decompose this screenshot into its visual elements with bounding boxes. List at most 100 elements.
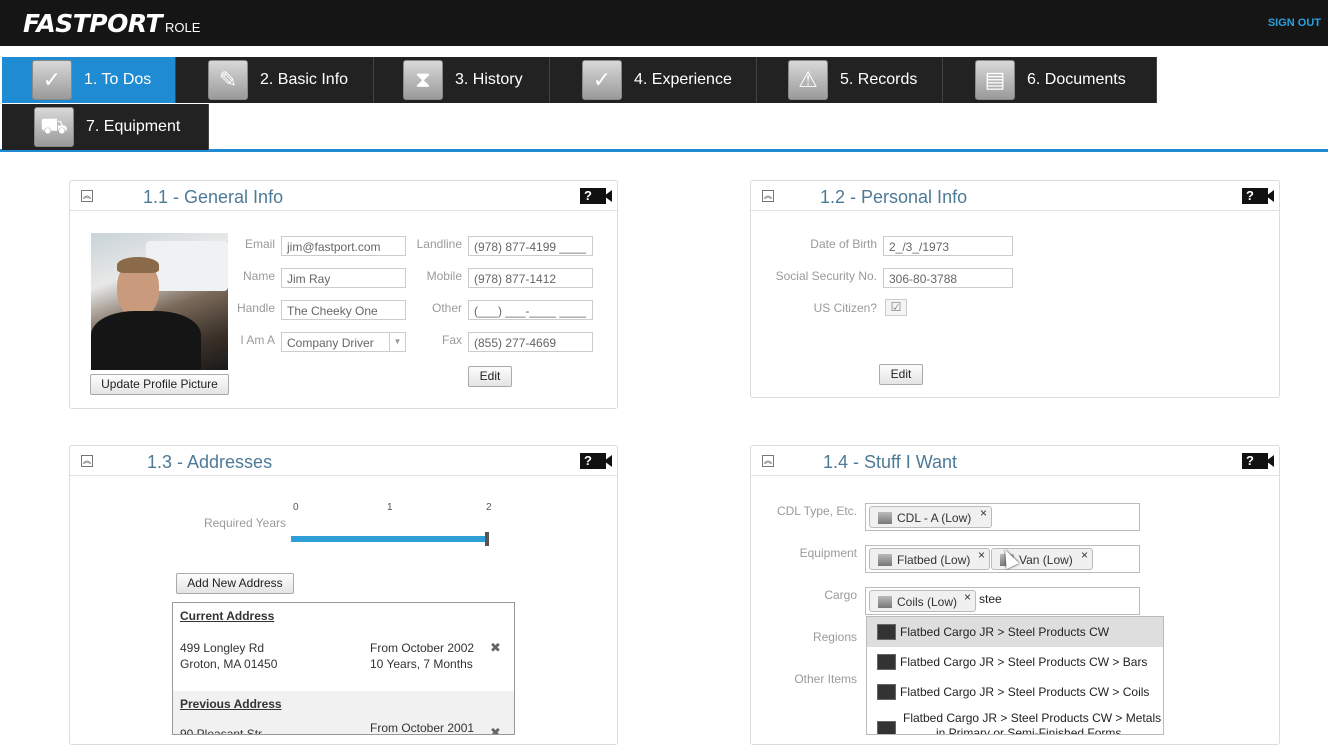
name-field[interactable]: Jim Ray	[281, 268, 406, 288]
suggestion-label-continued: in Primary or Semi-Finished Forms	[936, 726, 1122, 735]
panel-header: ︽ 1.3 - Addresses ?	[70, 446, 617, 476]
fastport-logo[interactable]: FASTPORT	[23, 9, 163, 38]
tab-history[interactable]: ⧗ 3. History	[374, 57, 550, 103]
required-years-fill	[291, 536, 487, 542]
fax-field[interactable]: (855) 277-4669	[468, 332, 593, 352]
dob-label: Date of Birth	[810, 237, 877, 251]
ssn-field[interactable]: 306-80-3788	[883, 268, 1013, 288]
tab-experience[interactable]: ✓ 4. Experience	[550, 57, 757, 103]
tag-chip: Flatbed (Low) ×	[869, 548, 990, 570]
handle-field[interactable]: The Cheeky One	[281, 300, 406, 320]
suggestion-item[interactable]: Flatbed Cargo JR > Steel Products CW > M…	[867, 707, 1163, 735]
checkmark-icon: ✓	[32, 60, 72, 100]
tab-records[interactable]: ⚠ 5. Records	[757, 57, 943, 103]
sign-out-link[interactable]: SIGN OUT	[1268, 17, 1321, 29]
collapse-icon[interactable]: ︽	[762, 455, 774, 467]
tag-label: Flatbed (Low)	[897, 553, 971, 567]
help-video-icon[interactable]: ?	[1242, 453, 1274, 469]
delete-address-icon[interactable]: ✖	[490, 640, 501, 656]
truck-icon: ⛟	[34, 107, 74, 147]
remove-tag-icon[interactable]: ×	[1081, 548, 1088, 562]
steel-icon	[877, 624, 896, 640]
warning-icon: ⚠	[788, 60, 828, 100]
steel-icon	[877, 721, 896, 734]
help-video-icon[interactable]: ?	[580, 453, 612, 469]
help-video-icon[interactable]: ?	[1242, 188, 1274, 204]
tag-label: Van (Low)	[1019, 553, 1073, 567]
profile-photo	[91, 233, 228, 370]
current-address-heading: Current Address	[180, 609, 275, 623]
tab-label: 4. Experience	[634, 71, 732, 88]
other-phone-label: Other	[431, 301, 462, 315]
personal-edit-button[interactable]: Edit	[879, 364, 923, 385]
hourglass-icon: ⧗	[403, 60, 443, 100]
remove-tag-icon[interactable]: ×	[964, 590, 971, 604]
previous-address-line1: 90 Pleasant Str	[180, 727, 263, 735]
panel-title: 1.1 - General Info	[143, 187, 284, 207]
general-edit-button[interactable]: Edit	[468, 366, 512, 387]
panel-title: 1.4 - Stuff I Want	[823, 452, 958, 472]
current-address-line1: 499 Longley Rd	[180, 641, 265, 655]
email-label: Email	[244, 237, 275, 251]
suggestion-label: Flatbed Cargo JR > Steel Products CW > M…	[903, 711, 1162, 725]
suggestion-item[interactable]: Flatbed Cargo JR > Steel Products CW > C…	[867, 677, 1163, 707]
documents-icon: ▤	[975, 60, 1015, 100]
add-new-address-button[interactable]: Add New Address	[176, 573, 294, 594]
panel-header: ︽ 1.2 - Personal Info ?	[751, 181, 1279, 211]
mobile-label: Mobile	[426, 269, 462, 283]
tab-to-dos[interactable]: ✓ 1. To Dos	[2, 57, 176, 103]
cargo-suggestions-dropdown: Flatbed Cargo JR > Steel Products CW Fla…	[866, 616, 1164, 735]
us-citizen-checkbox[interactable]: ☑	[885, 299, 907, 316]
collapse-icon[interactable]: ︽	[762, 190, 774, 202]
tab-label: 1. To Dos	[84, 71, 152, 88]
email-field[interactable]: jim@fastport.com	[281, 236, 406, 256]
help-video-icon[interactable]: ?	[580, 188, 612, 204]
other-items-label: Other Items	[794, 672, 857, 686]
current-address-line2: Groton, MA 01450	[180, 657, 278, 671]
delete-address-icon[interactable]: ✖	[490, 725, 501, 734]
remove-tag-icon[interactable]: ×	[978, 548, 985, 562]
steel-icon	[877, 654, 896, 670]
tab-equipment[interactable]: ⛟ 7. Equipment	[2, 104, 209, 150]
panel-title: 1.3 - Addresses	[147, 452, 273, 472]
ssn-label: Social Security No.	[775, 269, 877, 283]
photo-shirt	[91, 311, 201, 370]
personal-info-panel: ︽ 1.2 - Personal Info ?	[750, 180, 1280, 398]
required-years-handle[interactable]	[485, 532, 489, 546]
tab-documents[interactable]: ▤ 6. Documents	[943, 57, 1157, 103]
license-icon	[878, 512, 892, 524]
scale-tick-label: 0	[293, 502, 299, 513]
suggestion-item[interactable]: Flatbed Cargo JR > Steel Products CW > B…	[867, 647, 1163, 677]
fax-label: Fax	[441, 333, 462, 347]
tab-bar: ✓ 1. To Dos ✎ 2. Basic Info ⧗ 3. History…	[0, 46, 1328, 152]
cargo-search-text[interactable]: stee	[979, 592, 1002, 606]
tag-chip: Coils (Low) ×	[869, 590, 976, 612]
collapse-icon[interactable]: ︽	[81, 455, 93, 467]
tab-label: 3. History	[455, 71, 523, 88]
suggestion-label: Flatbed Cargo JR > Steel Products CW > B…	[900, 655, 1148, 669]
other-phone-field[interactable]: (___) ___-____ ____	[468, 300, 593, 320]
collapse-icon[interactable]: ︽	[81, 190, 93, 202]
top-bar: FASTPORT ROLE SIGN OUT	[0, 0, 1328, 46]
cdl-type-input[interactable]: CDL - A (Low) ×	[865, 503, 1140, 531]
landline-field[interactable]: (978) 877-4199 ____	[468, 236, 593, 256]
tab-label: 7. Equipment	[86, 118, 181, 135]
scale-tick-label: 1	[387, 502, 393, 513]
remove-tag-icon[interactable]: ×	[980, 506, 987, 520]
tab-label: 5. Records	[840, 71, 918, 88]
tag-chip: CDL - A (Low) ×	[869, 506, 992, 528]
regions-label: Regions	[812, 630, 857, 644]
i-am-a-select[interactable]: Company Driver	[281, 332, 406, 352]
cargo-input[interactable]: Coils (Low) × stee	[865, 587, 1140, 615]
tab-label: 2. Basic Info	[260, 71, 349, 88]
mobile-field[interactable]: (978) 877-1412	[468, 268, 593, 288]
dob-field[interactable]: 2_/3_/1973	[883, 236, 1013, 256]
tab-basic-info[interactable]: ✎ 2. Basic Info	[176, 57, 374, 103]
flatbed-icon	[878, 554, 892, 566]
i-am-a-label: I Am A	[240, 333, 275, 347]
suggestion-item[interactable]: Flatbed Cargo JR > Steel Products CW	[867, 617, 1163, 647]
update-profile-picture-button[interactable]: Update Profile Picture	[90, 374, 229, 395]
previous-address-heading: Previous Address	[180, 697, 282, 711]
role-label[interactable]: ROLE	[165, 20, 200, 35]
cargo-label: Cargo	[824, 588, 857, 602]
